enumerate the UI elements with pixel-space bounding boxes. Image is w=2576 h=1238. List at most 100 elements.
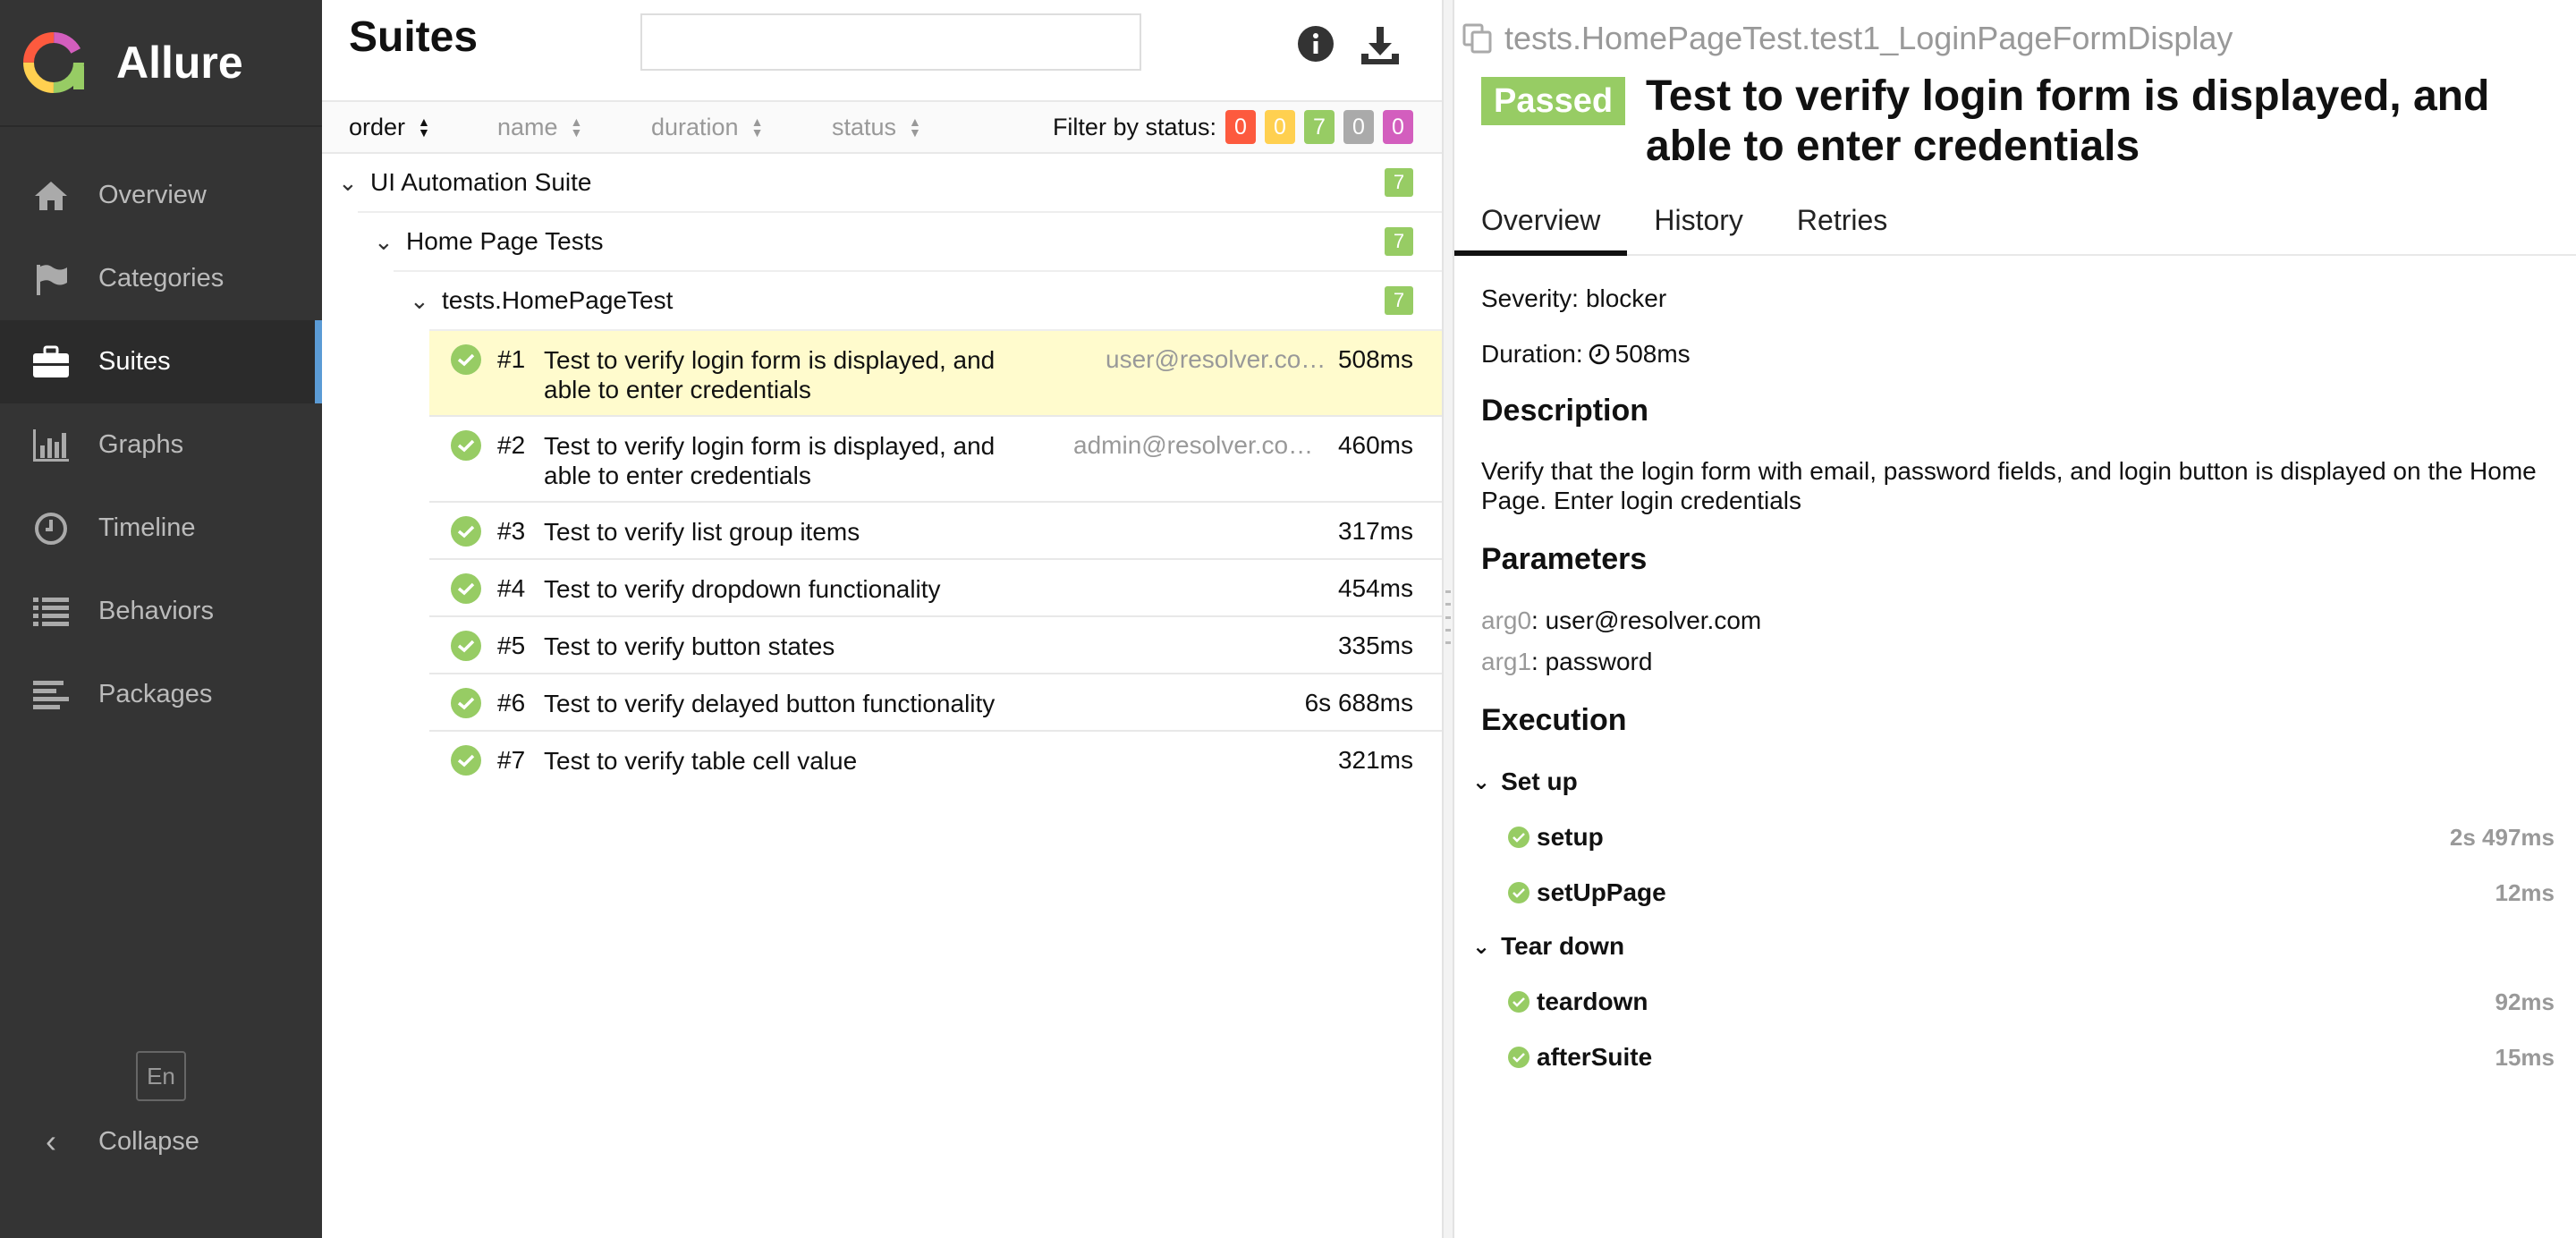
tab-retries[interactable]: Retries <box>1770 193 1914 254</box>
suites-pane: Suites order ▲ ▼ name ▲ ▼ duration ▲ ▼ stat… <box>322 0 1442 1238</box>
class-node[interactable]: ⌄ tests.HomePageTest 7 <box>322 272 1442 329</box>
execution-heading: Execution <box>1481 703 1627 737</box>
suite-label: UI Automation Suite <box>370 168 592 196</box>
app-name: Allure <box>116 38 243 88</box>
test-name: Test to verify login form is displayed, … <box>544 432 996 489</box>
suite-node[interactable]: ⌄ UI Automation Suite 7 <box>322 154 1442 211</box>
test-number: #7 <box>497 746 526 774</box>
info-icon[interactable] <box>1297 25 1335 63</box>
step-name: setUpPage <box>1537 878 1666 906</box>
clock-icon <box>1589 343 1609 365</box>
chevron-left-icon: ‹ <box>46 1123 56 1159</box>
filter-label: Filter by status: <box>1052 113 1216 140</box>
test-number: #3 <box>497 517 526 545</box>
sort-order-label: order <box>349 113 406 140</box>
test-row[interactable]: #7 Test to verify table cell value 321ms <box>429 732 1442 789</box>
class-count-badge: 7 <box>1385 286 1413 315</box>
passed-check-icon <box>451 516 481 547</box>
parameter-key: arg0 <box>1481 606 1532 634</box>
sidebar-item-timeline[interactable]: Timeline <box>0 487 322 570</box>
test-row[interactable]: #2 Test to verify login form is displaye… <box>429 417 1442 503</box>
sort-order[interactable]: order ▲ ▼ <box>349 114 430 141</box>
status-badge: Passed <box>1481 77 1626 125</box>
test-number: #2 <box>497 431 526 459</box>
test-parameter: user@resolver.co… <box>1106 345 1326 373</box>
breadcrumb: tests.HomePageTest.test1_LoginPageFormDi… <box>1462 20 2233 57</box>
sidebar-item-categories[interactable]: Categories <box>0 237 322 320</box>
sidebar-item-label: Categories <box>98 264 225 293</box>
language-button[interactable]: En <box>136 1051 186 1101</box>
test-row[interactable]: #3 Test to verify list group items 317ms <box>429 503 1442 560</box>
step-row[interactable]: setUpPage 12ms <box>1508 878 2555 907</box>
step-duration: 92ms <box>2495 988 2555 1015</box>
flag-icon <box>30 259 72 300</box>
sidebar-item-label: Suites <box>98 347 171 376</box>
detail-tabs: Overview History Retries <box>1454 193 2576 256</box>
sidebar: Allure Overview Categories Suites Graphs <box>0 0 322 1238</box>
group-node[interactable]: ⌄ Home Page Tests 7 <box>322 213 1442 270</box>
sort-status[interactable]: status ▲ ▼ <box>832 114 921 141</box>
sort-name[interactable]: name ▲ ▼ <box>497 114 582 141</box>
sidebar-nav: Overview Categories Suites Graphs Timeli… <box>0 154 322 736</box>
sidebar-item-suites[interactable]: Suites <box>0 320 322 403</box>
sidebar-item-label: Graphs <box>98 430 184 459</box>
step-duration: 15ms <box>2495 1043 2555 1071</box>
teardown-group[interactable]: ⌄ Tear down <box>1472 932 1624 961</box>
test-name: Test to verify table cell value <box>544 747 858 775</box>
description-heading: Description <box>1481 394 1649 428</box>
test-duration: 508ms <box>1337 345 1413 373</box>
test-row[interactable]: #4 Test to verify dropdown functionality… <box>429 560 1442 617</box>
passed-check-icon <box>451 573 481 604</box>
allure-logo-icon <box>23 32 84 93</box>
sidebar-item-overview[interactable]: Overview <box>0 154 322 237</box>
logo[interactable]: Allure <box>0 0 322 127</box>
test-row[interactable]: #1 Test to verify login form is displaye… <box>429 331 1442 417</box>
passed-check-icon <box>451 430 481 461</box>
sidebar-item-behaviors[interactable]: Behaviors <box>0 570 322 653</box>
setup-group[interactable]: ⌄ Set up <box>1472 767 1578 796</box>
step-row[interactable]: setup 2s 497ms <box>1508 823 2555 852</box>
parameter-key: arg1 <box>1481 648 1532 675</box>
copy-icon[interactable] <box>1462 22 1494 55</box>
step-row[interactable]: teardown 92ms <box>1508 988 2555 1016</box>
group-count-badge: 7 <box>1385 227 1413 256</box>
filter-skipped-toggle[interactable]: 0 <box>1343 110 1374 144</box>
filter-failed-toggle[interactable]: 0 <box>1225 110 1256 144</box>
step-row[interactable]: afterSuite 15ms <box>1508 1043 2555 1072</box>
test-title: Test to verify login form is displayed, … <box>1646 72 2490 170</box>
sidebar-item-graphs[interactable]: Graphs <box>0 403 322 487</box>
parameter-row: arg0: user@resolver.com <box>1481 606 1761 635</box>
passed-check-icon <box>451 688 481 718</box>
passed-check-icon <box>1508 991 1530 1013</box>
test-duration: 321ms <box>1337 746 1413 774</box>
filter-unknown-toggle[interactable]: 0 <box>1383 110 1413 144</box>
test-name: Test to verify button states <box>544 632 835 660</box>
duration-value: 508ms <box>1614 340 1690 368</box>
sidebar-item-label: Overview <box>98 181 207 209</box>
test-row[interactable]: #5 Test to verify button states 335ms <box>429 617 1442 674</box>
sort-duration[interactable]: duration ▲ ▼ <box>651 114 763 141</box>
sidebar-item-label: Behaviors <box>98 597 214 625</box>
filter-broken-toggle[interactable]: 0 <box>1265 110 1295 144</box>
search-input[interactable] <box>640 13 1141 71</box>
test-number: #1 <box>497 345 526 373</box>
align-left-icon <box>30 674 72 716</box>
step-name: afterSuite <box>1537 1043 1653 1071</box>
collapse-label: Collapse <box>98 1126 199 1156</box>
download-icon[interactable] <box>1358 23 1402 68</box>
test-duration: 335ms <box>1337 632 1413 659</box>
filter-passed-toggle[interactable]: 7 <box>1304 110 1335 144</box>
splitter-grip-icon[interactable] <box>1443 590 1453 644</box>
sidebar-item-packages[interactable]: Packages <box>0 653 322 736</box>
test-row[interactable]: #6 Test to verify delayed button functio… <box>429 674 1442 732</box>
sort-bar: order ▲ ▼ name ▲ ▼ duration ▲ ▼ status ▲ ▼ F… <box>322 100 1442 154</box>
clock-icon <box>30 508 72 549</box>
tab-overview[interactable]: Overview <box>1454 193 1628 256</box>
description-text: Verify that the login form with email, p… <box>1481 457 2537 514</box>
tab-history[interactable]: History <box>1627 193 1770 254</box>
test-duration: 460ms <box>1337 431 1413 459</box>
duration-label: Duration: <box>1481 340 1583 368</box>
list-icon <box>30 591 72 632</box>
sort-name-label: name <box>497 113 558 140</box>
collapse-button[interactable]: ‹ Collapse <box>30 1123 199 1160</box>
